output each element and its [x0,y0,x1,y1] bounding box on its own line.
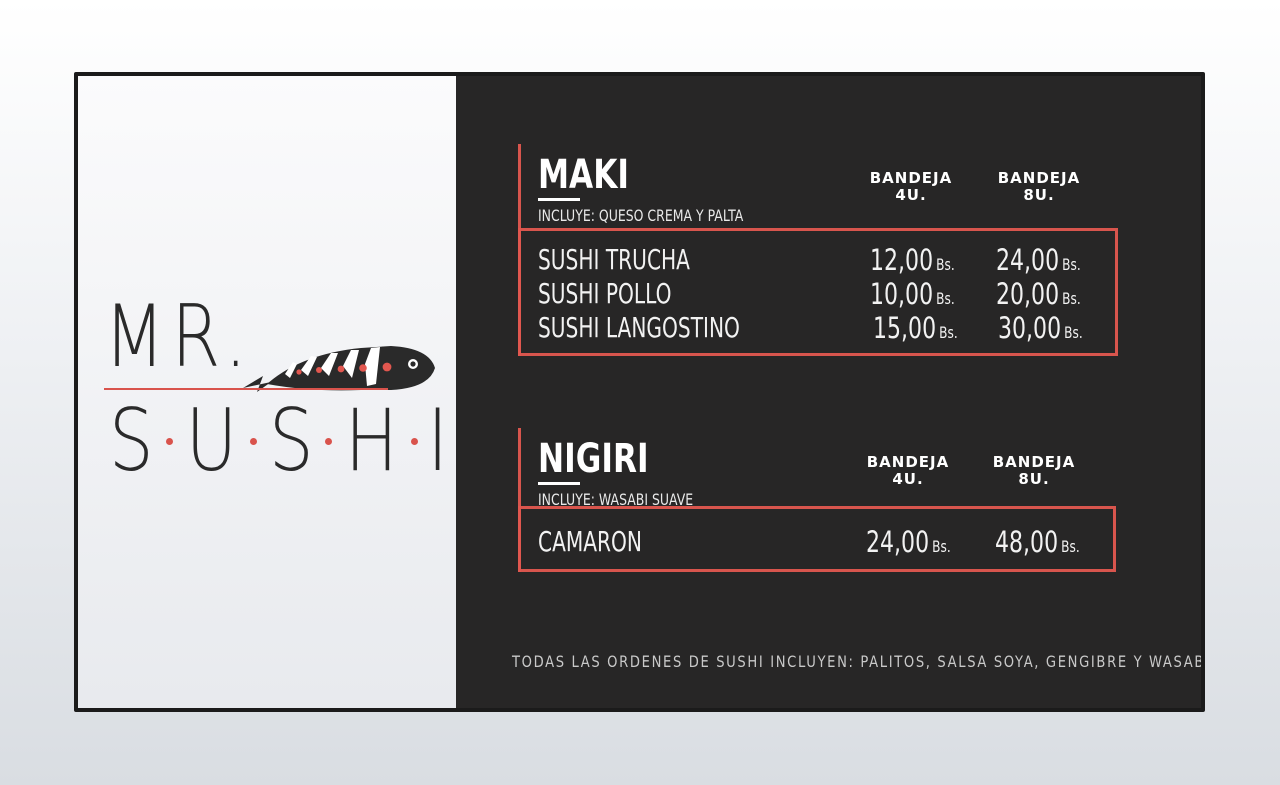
logo-dot [249,437,257,445]
maki-col-8u: BANDEJA 8U. [994,170,1084,204]
maki-title-underline [538,198,580,201]
price-8u: 20,00 Bs. [996,278,1081,315]
maki-items: SUSHI TRUCHA 12,00 Bs. 24,00 Bs. SUSHI POL… [538,244,1098,346]
logo-letter: I [427,391,448,491]
price-value: 15,00 [873,311,937,345]
logo-letter: S [268,391,314,491]
price-value: 24,00 [996,243,1060,277]
menu-item: SUSHI POLLO 10,00 Bs. 20,00 Bs. [538,278,1098,312]
price-4u: 15,00 Bs. [873,312,958,349]
price-unit: Bs. [1062,255,1081,274]
logo-dot [325,437,333,445]
item-name: SUSHI LANGOSTINO [538,311,740,344]
price-4u: 12,00 Bs. [870,244,955,281]
logo-dot [165,437,173,445]
col-head-unit: 8U. [1023,186,1055,204]
price-4u: 10,00 Bs. [870,278,955,315]
price-8u: 24,00 Bs. [996,244,1081,281]
price-unit: Bs. [939,323,958,342]
price-4u: 24,00 Bs. [866,526,951,563]
col-head-label: BANDEJA [997,169,1081,187]
price-value: 24,00 [866,525,930,559]
item-name: SUSHI TRUCHA [538,243,690,276]
maki-col-4u: BANDEJA 4U. [866,170,956,204]
maki-title: MAKI [538,152,629,198]
price-value: 20,00 [996,277,1060,311]
price-8u: 30,00 Bs. [998,312,1083,349]
logo-sushi-text: S U S H I [104,398,450,484]
nigiri-items: CAMARON 24,00 Bs. 48,00 Bs. [538,526,1098,560]
price-unit: Bs. [1061,537,1080,556]
logo-letter: S [108,391,154,491]
price-value: 12,00 [870,243,934,277]
maki-includes: INCLUYE: QUESO CREMA Y PALTA [538,206,744,225]
logo-letter: H [344,391,398,491]
menu-item: SUSHI TRUCHA 12,00 Bs. 24,00 Bs. [538,244,1098,278]
col-head-unit: 8U. [1018,470,1050,488]
price-unit: Bs. [936,289,955,308]
item-name: CAMARON [538,525,643,558]
nigiri-col-4u: BANDEJA 4U. [863,454,953,488]
nigiri-title: NIGIRI [538,436,649,482]
price-value: 10,00 [870,277,934,311]
nigiri-includes: INCLUYE: WASABI SUAVE [538,490,694,509]
nigiri-col-8u: BANDEJA 8U. [989,454,1079,488]
price-value: 30,00 [998,311,1062,345]
col-head-unit: 4U. [892,470,924,488]
price-unit: Bs. [936,255,955,274]
price-value: 48,00 [995,525,1059,559]
logo-letter: U [185,391,237,491]
menu-panel: MAKI INCLUYE: QUESO CREMA Y PALTA BANDEJ… [456,76,1201,708]
footer-note: TODAS LAS ORDENES DE SUSHI INCLUYEN: PAL… [512,652,1205,671]
logo-panel: MR. S U S H I [78,76,456,708]
col-head-label: BANDEJA [869,169,953,187]
col-head-label: BANDEJA [866,453,950,471]
item-name: SUSHI POLLO [538,277,672,310]
price-8u: 48,00 Bs. [995,526,1080,563]
logo-divider [104,388,388,390]
nigiri-title-underline [538,482,580,485]
menu-item: CAMARON 24,00 Bs. 48,00 Bs. [538,526,1098,560]
col-head-unit: 4U. [895,186,927,204]
price-unit: Bs. [1062,289,1081,308]
price-unit: Bs. [1064,323,1083,342]
logo-dot [410,437,418,445]
logo-mr-text: MR. [104,287,254,387]
menu-board: MR. S U S H I MAKI INCLUYE: QUESO CREMA … [74,72,1205,712]
menu-item: SUSHI LANGOSTINO 15,00 Bs. 30,00 Bs. [538,312,1098,346]
price-unit: Bs. [932,537,951,556]
col-head-label: BANDEJA [992,453,1076,471]
